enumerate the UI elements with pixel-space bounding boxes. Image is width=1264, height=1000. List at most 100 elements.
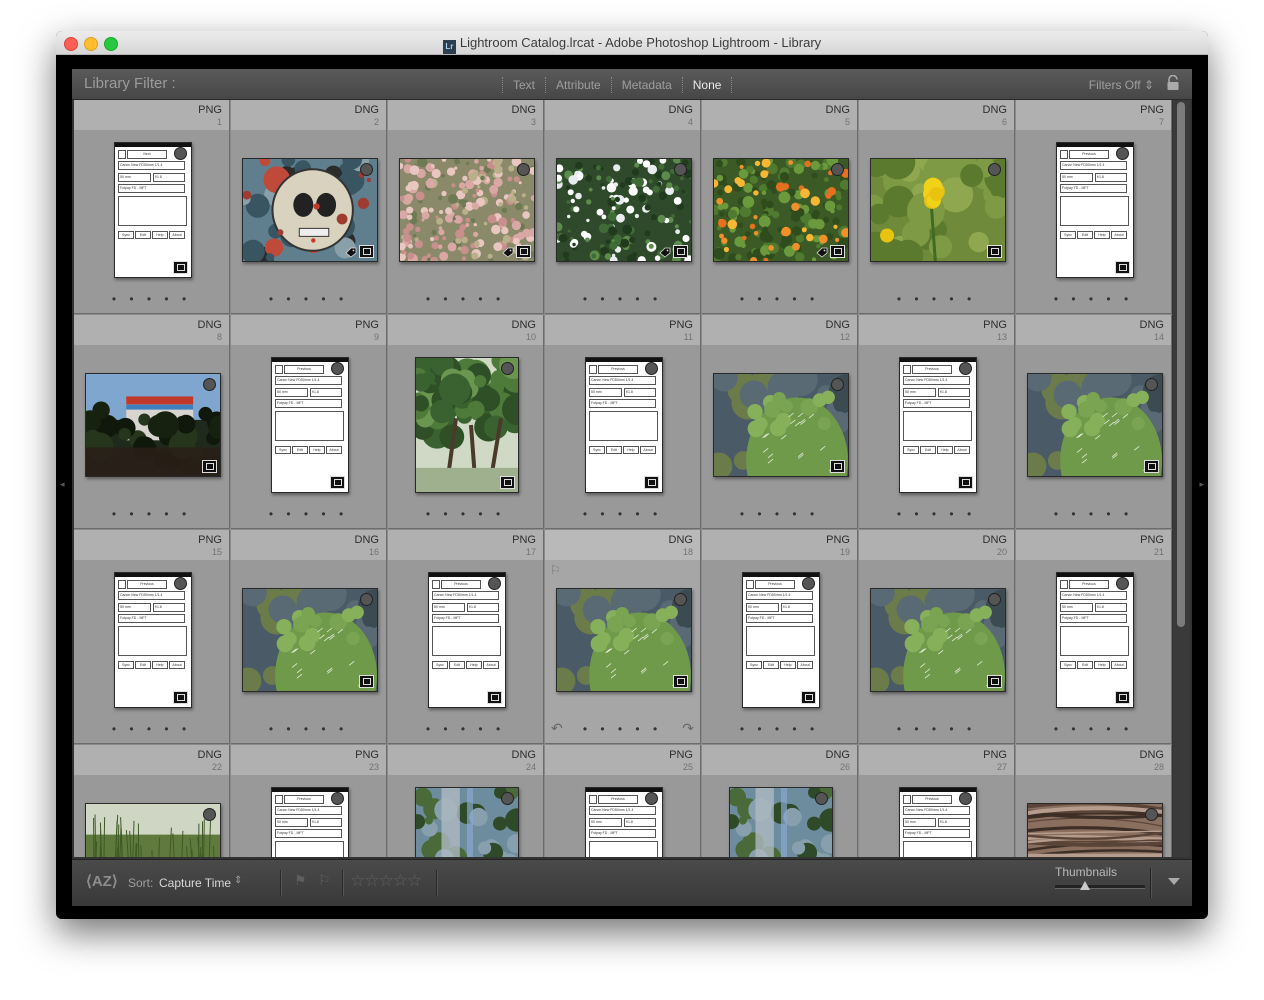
quick-collection-circle-icon[interactable] [174, 147, 187, 160]
photo-thumbnail[interactable] [556, 588, 692, 692]
rating-dots[interactable]: • • • • • [545, 507, 700, 521]
collection-badge-icon[interactable] [500, 476, 515, 489]
rating-dots[interactable]: • • • • • [74, 722, 229, 736]
cell-rating-footer[interactable]: • • • • • [702, 717, 857, 743]
quick-collection-circle-icon[interactable] [501, 792, 514, 805]
grid-cell[interactable]: DNG 18 ⚐ • • • • • ↶ ↷ [545, 530, 701, 744]
screenshot-thumbnail[interactable]: Previous Canon New FD50mm 1/1.4 50 mm f/1.8… [899, 787, 977, 857]
cell-rating-footer[interactable]: • • • • • [1016, 502, 1171, 528]
screenshot-thumbnail[interactable]: Previous Canon New FD50mm 1/1.4 50 mm f/1.8… [1056, 142, 1134, 278]
grid-cell[interactable]: PNG 7 Previous Canon New FD50mm 1/1.4 50 mm f… [1016, 100, 1172, 314]
quick-collection-circle-icon[interactable] [1116, 577, 1129, 590]
collection-badge-icon[interactable] [830, 460, 845, 473]
cell-rating-footer[interactable]: • • • • • [388, 287, 543, 313]
collection-badge-icon[interactable] [1144, 460, 1159, 473]
cell-rating-footer[interactable]: • • • • • [74, 717, 229, 743]
grid-cell[interactable]: DNG24• • • • • [388, 745, 544, 857]
rating-dots[interactable]: • • • • • [545, 722, 700, 736]
cell-rating-footer[interactable]: • • • • • [388, 717, 543, 743]
rating-dots[interactable]: • • • • • [231, 722, 386, 736]
rating-dots[interactable]: • • • • • [859, 507, 1014, 521]
photo-thumbnail[interactable] [85, 373, 221, 477]
rating-dots[interactable]: • • • • • [74, 507, 229, 521]
photo-thumbnail[interactable] [242, 588, 378, 692]
photo-thumbnail[interactable] [1027, 803, 1163, 857]
collection-badge-icon[interactable] [202, 460, 217, 473]
quick-collection-circle-icon[interactable] [1145, 808, 1158, 821]
lock-icon[interactable] [1166, 75, 1180, 91]
quick-collection-circle-icon[interactable] [331, 792, 344, 805]
collection-badge-icon[interactable] [359, 675, 374, 688]
quick-collection-circle-icon[interactable] [815, 792, 828, 805]
filter-tab-text[interactable]: Text [502, 77, 545, 93]
screenshot-thumbnail[interactable]: Previous Canon New FD50mm 1/1.4 50 mm f/1.8… [428, 572, 506, 708]
rating-dots[interactable]: • • • • • [1016, 507, 1171, 521]
sort-caret-icon[interactable]: ⇕ [234, 875, 242, 886]
quick-collection-circle-icon[interactable] [959, 792, 972, 805]
collection-badge-icon[interactable] [173, 261, 188, 274]
screenshot-thumbnail[interactable]: Previous Canon New FD50mm 1/1.4 50 mm f/1.8… [585, 787, 663, 857]
scroll-thumb[interactable] [1177, 102, 1185, 627]
quick-collection-circle-icon[interactable] [988, 593, 1001, 606]
rating-dots[interactable]: • • • • • [1016, 722, 1171, 736]
rotate-right-icon[interactable]: ↷ [682, 720, 694, 737]
thumbnail-size-slider[interactable] [1055, 885, 1145, 889]
sort-direction-icon[interactable]: ⟨AZ⟩ [86, 872, 118, 890]
cell-rating-footer[interactable]: • • • • • [1016, 717, 1171, 743]
grid-cell[interactable]: DNG 5 • • • • • [702, 100, 858, 314]
rating-dots[interactable]: • • • • • [545, 292, 700, 306]
screenshot-thumbnail[interactable]: Previous Canon New FD50mm 1/1.4 50 mm f/1.8… [742, 572, 820, 708]
photo-thumbnail[interactable] [399, 158, 535, 262]
keyword-tag-icon[interactable] [816, 247, 828, 258]
quick-collection-circle-icon[interactable] [203, 378, 216, 391]
collection-badge-icon[interactable] [359, 245, 374, 258]
grid-cell[interactable]: PNG 13 Previous Canon New FD50mm 1/1.4 50 mm… [859, 315, 1015, 529]
title-bar[interactable]: Lr Lightroom Catalog.lrcat - Adobe Photos… [56, 31, 1208, 55]
collection-badge-icon[interactable] [673, 245, 688, 258]
grid-cell[interactable]: DNG26• • • • • [702, 745, 858, 857]
quick-collection-circle-icon[interactable] [488, 577, 501, 590]
photo-thumbnail[interactable] [415, 787, 519, 857]
collection-badge-icon[interactable] [673, 675, 688, 688]
reject-flag-icon[interactable]: ⚐ [318, 872, 331, 889]
rating-dots[interactable]: • • • • • [388, 292, 543, 306]
cell-rating-footer[interactable]: • • • • • [702, 502, 857, 528]
quick-collection-circle-icon[interactable] [1145, 378, 1158, 391]
screenshot-thumbnail[interactable]: Previous Canon New FD50mm 1/1.4 50 mm f/1.8… [114, 572, 192, 708]
rating-dots[interactable]: • • • • • [388, 507, 543, 521]
grid-cell[interactable]: PNG 21 Previous Canon New FD50mm 1/1.4 50 mm… [1016, 530, 1172, 744]
rating-dots[interactable]: • • • • • [231, 507, 386, 521]
photo-thumbnail[interactable] [870, 588, 1006, 692]
rating-dots[interactable]: • • • • • [74, 292, 229, 306]
rating-dots[interactable]: • • • • • [388, 722, 543, 736]
cell-rating-footer[interactable]: • • • • • [231, 717, 386, 743]
grid-cell[interactable]: DNG 2 • • • • • [231, 100, 387, 314]
cell-rating-footer[interactable]: • • • • • [702, 287, 857, 313]
cell-rating-footer[interactable]: • • • • • [545, 287, 700, 313]
rating-dots[interactable]: • • • • • [1016, 292, 1171, 306]
grid-cell[interactable]: DNG28• • • • • [1016, 745, 1172, 857]
sort-dropdown[interactable]: Capture Time [159, 876, 231, 890]
grid-cell[interactable]: PNG 11 Previous Canon New FD50mm 1/1.4 50 mm… [545, 315, 701, 529]
collection-badge-icon[interactable] [830, 245, 845, 258]
grid-cell[interactable]: DNG 12 • • • • • [702, 315, 858, 529]
screenshot-thumbnail[interactable]: Previous Canon New FD50mm 1/1.4 50 mm f/1.8… [585, 357, 663, 493]
quick-collection-circle-icon[interactable] [331, 362, 344, 375]
quick-collection-circle-icon[interactable] [674, 163, 687, 176]
quick-collection-circle-icon[interactable] [517, 163, 530, 176]
quick-collection-circle-icon[interactable] [988, 163, 1001, 176]
grid-cell[interactable]: DNG 4 • • • • • [545, 100, 701, 314]
filter-tab-metadata[interactable]: Metadata [610, 77, 682, 93]
rating-dots[interactable]: • • • • • [859, 722, 1014, 736]
photo-thumbnail[interactable] [729, 787, 833, 857]
flag-icon[interactable]: ⚐ [550, 563, 561, 577]
collection-badge-icon[interactable] [1115, 691, 1130, 704]
grid-cell[interactable]: DNG 6 • • • • • [859, 100, 1015, 314]
collection-badge-icon[interactable] [958, 476, 973, 489]
quick-collection-circle-icon[interactable] [1116, 147, 1129, 160]
collection-badge-icon[interactable] [801, 691, 816, 704]
photo-thumbnail[interactable] [242, 158, 378, 262]
rating-dots[interactable]: • • • • • [702, 507, 857, 521]
cell-rating-footer[interactable]: • • • • • [74, 287, 229, 313]
grid-cell[interactable]: PNG 17 Previous Canon New FD50mm 1/1.4 50 mm… [388, 530, 544, 744]
